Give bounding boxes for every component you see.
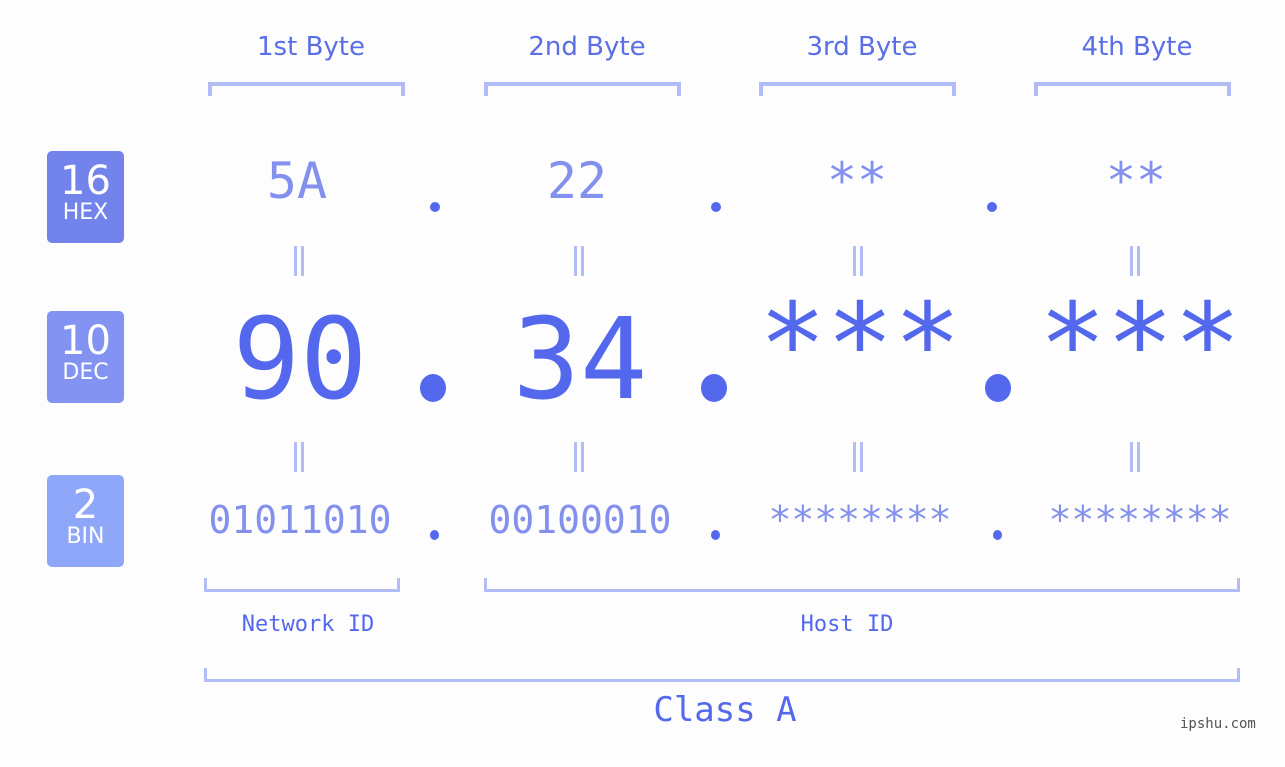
class-label: Class A (653, 690, 797, 730)
hex-value-3: ** (826, 152, 888, 210)
dec-badge-label: DEC (62, 360, 109, 385)
byte-header-3: 3rd Byte (806, 32, 918, 62)
bin-dot-3 (993, 530, 1002, 540)
hex-badge-label: HEX (62, 200, 109, 225)
hex-dot-1 (430, 202, 440, 212)
hex-dot-3 (987, 202, 997, 212)
hex-badge-number: 16 (60, 158, 111, 204)
byte-bracket-2 (484, 82, 681, 96)
byte-header-4: 4th Byte (1081, 32, 1193, 62)
dec-badge: 10 DEC (47, 311, 124, 403)
byte-header-2: 2nd Byte (528, 32, 646, 62)
equals-icon (292, 442, 306, 472)
dec-dot-1 (420, 374, 446, 402)
watermark: ipshu.com (1180, 716, 1256, 732)
equals-icon (1128, 442, 1142, 472)
byte-bracket-3 (759, 82, 956, 96)
dec-value-1: 90 (232, 295, 368, 425)
byte-bracket-1 (208, 82, 405, 96)
hex-value-1: 5A (266, 152, 328, 210)
bin-dot-1 (430, 530, 439, 540)
hex-badge: 16 HEX (47, 151, 124, 243)
network-id-label: Network ID (241, 612, 375, 637)
dec-dot-3 (985, 374, 1011, 402)
host-id-bracket (484, 578, 1240, 592)
equals-icon (572, 442, 586, 472)
hex-value-2: 22 (546, 152, 608, 210)
dec-value-3: *** (758, 280, 962, 410)
byte-bracket-4 (1034, 82, 1231, 96)
dec-value-2: 34 (512, 295, 648, 425)
network-id-bracket (204, 578, 400, 592)
bin-dot-2 (711, 530, 720, 540)
bin-value-1: 01011010 (208, 498, 392, 542)
equals-icon (1128, 246, 1142, 276)
bin-badge-number: 2 (72, 482, 99, 528)
equals-icon (572, 246, 586, 276)
bin-value-3: ******** (768, 498, 952, 542)
bin-badge-label: BIN (66, 524, 105, 549)
dec-value-4: *** (1038, 280, 1242, 410)
equals-icon (851, 246, 865, 276)
bin-value-4: ******** (1048, 498, 1232, 542)
hex-value-4: ** (1105, 152, 1167, 210)
equals-icon (851, 442, 865, 472)
equals-icon (292, 246, 306, 276)
dec-badge-number: 10 (60, 318, 111, 364)
class-bracket (204, 668, 1240, 682)
dec-dot-2 (701, 374, 727, 402)
bin-value-2: 00100010 (488, 498, 672, 542)
byte-header-1: 1st Byte (257, 32, 365, 62)
host-id-label: Host ID (800, 612, 894, 637)
bin-badge: 2 BIN (47, 475, 124, 567)
hex-dot-2 (711, 202, 721, 212)
